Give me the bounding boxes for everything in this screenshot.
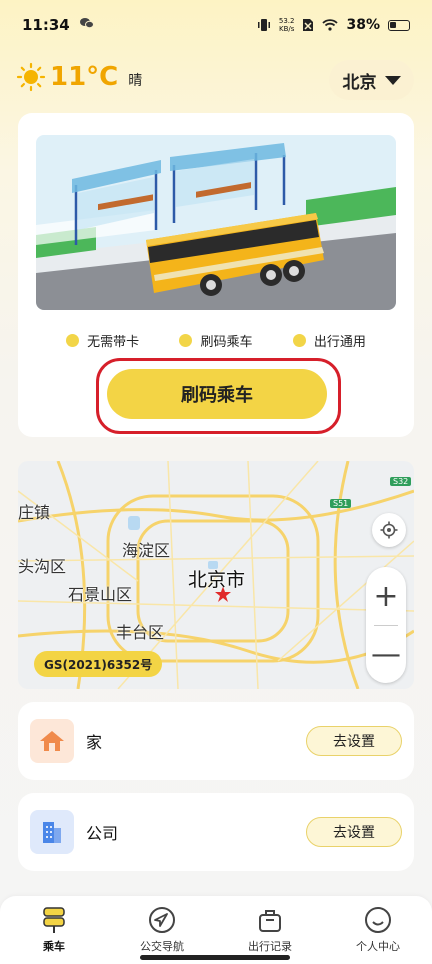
status-right: 53.2 KB/s 38% xyxy=(257,17,410,33)
crosshair-icon xyxy=(380,521,398,539)
net-speed: 53.2 KB/s xyxy=(279,17,295,33)
tab-bar: 乘车 公交导航 出行记录 个人中心 xyxy=(0,896,432,964)
temperature: 11°C xyxy=(50,62,119,92)
city-selector[interactable]: 北京 xyxy=(329,60,414,100)
bus-stop-illustration xyxy=(36,135,396,310)
home-card[interactable]: 家 去设置 xyxy=(18,702,414,780)
zoom-out-button[interactable]: — xyxy=(366,625,406,683)
feature-label: 出行通用 xyxy=(313,335,366,350)
tab-label: 个人中心 xyxy=(356,940,400,953)
map-label-fengtai: 丰台区 xyxy=(116,623,165,642)
map-label-shijingshan: 石景山区 xyxy=(68,585,133,604)
map-label-beijing: 北京市 xyxy=(188,569,246,591)
bus-sign-icon xyxy=(43,907,65,933)
city-label: 北京 xyxy=(342,72,377,93)
feature-item: 刷码乘车 xyxy=(179,331,253,350)
caret-down-icon xyxy=(384,75,401,85)
tab-ride[interactable]: 乘车 xyxy=(0,896,108,964)
weather-condition: 晴 xyxy=(128,73,143,89)
map-approval-tag: GS(2021)6352号 xyxy=(34,651,163,677)
scan-ride-button[interactable]: 刷码乘车 xyxy=(107,369,327,419)
map-label-haidian: 海淀区 xyxy=(122,541,171,560)
zoom-in-button[interactable]: + xyxy=(366,567,406,625)
road-tag: S51 xyxy=(330,499,352,508)
home-label: 家 xyxy=(86,733,103,752)
tab-profile[interactable]: 个人中心 xyxy=(324,896,432,964)
zoom-divider xyxy=(374,625,398,626)
weather: 11°C 晴 xyxy=(16,62,142,92)
map[interactable]: 庄镇 海淀区 头沟区 石景山区 北京市 丰台区 S51 S32 + — GS(2… xyxy=(18,461,414,689)
road-tag: S32 xyxy=(390,477,412,486)
battery-text: 38% xyxy=(346,17,380,33)
vibrate-icon xyxy=(257,19,270,31)
smile-icon xyxy=(365,907,391,933)
feature-list: 无需带卡 刷码乘车 出行通用 xyxy=(18,331,414,350)
building-icon xyxy=(30,810,74,854)
feature-label: 无需带卡 xyxy=(87,335,140,350)
sun-icon xyxy=(16,62,46,92)
company-label: 公司 xyxy=(86,824,119,843)
map-label-village: 庄镇 xyxy=(18,503,51,522)
status-time: 11:34 xyxy=(22,16,70,34)
navigation-icon xyxy=(149,907,175,933)
no-sim-icon xyxy=(303,19,314,31)
company-card[interactable]: 公司 去设置 xyxy=(18,793,414,871)
wechat-icon xyxy=(79,17,94,33)
bullet-dot xyxy=(179,334,193,347)
tab-label: 出行记录 xyxy=(248,940,292,953)
locate-button[interactable] xyxy=(372,513,406,547)
ride-card: 无需带卡 刷码乘车 出行通用 刷码乘车 xyxy=(18,113,414,437)
tab-bus-navigation[interactable]: 公交导航 xyxy=(108,896,216,964)
set-home-button[interactable]: 去设置 xyxy=(306,726,402,756)
battery-icon xyxy=(388,19,410,31)
tab-label: 公交导航 xyxy=(140,940,184,953)
home-indicator xyxy=(140,955,290,960)
net-speed-unit: KB/s xyxy=(278,25,295,33)
tab-trip-records[interactable]: 出行记录 xyxy=(216,896,324,964)
status-bar: 11:34 53.2 KB/s 38% xyxy=(0,0,432,50)
feature-label: 刷码乘车 xyxy=(200,335,253,350)
zoom-control: + — xyxy=(366,567,406,683)
map-label-mentougou: 头沟区 xyxy=(18,557,67,576)
luggage-icon xyxy=(259,910,281,932)
set-company-button[interactable]: 去设置 xyxy=(306,817,402,847)
home-icon xyxy=(30,719,74,763)
bullet-dot xyxy=(66,334,80,347)
feature-item: 出行通用 xyxy=(292,331,366,350)
net-speed-value: 53.2 xyxy=(278,17,295,25)
tab-label: 乘车 xyxy=(43,940,65,953)
bullet-dot xyxy=(292,334,306,347)
wifi-icon xyxy=(322,19,339,31)
feature-item: 无需带卡 xyxy=(66,331,139,350)
